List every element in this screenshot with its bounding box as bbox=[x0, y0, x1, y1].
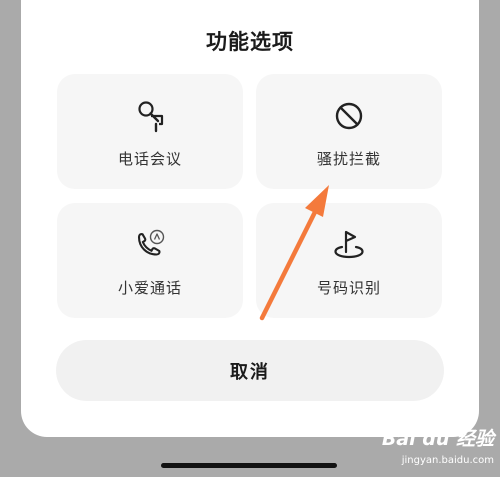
option-number-identification[interactable]: 号码识别 bbox=[256, 203, 442, 318]
option-label: 小爱通话 bbox=[117, 279, 182, 297]
home-indicator[interactable] bbox=[161, 463, 337, 468]
options-sheet: 功能选项 电话会议 骚扰拦截 小爱通话 号码识别 取消 bbox=[21, 0, 479, 437]
option-label: 号码识别 bbox=[316, 279, 381, 297]
option-label: 电话会议 bbox=[117, 150, 182, 168]
location-flag-icon bbox=[256, 225, 442, 265]
option-conference-call[interactable]: 电话会议 bbox=[57, 74, 243, 189]
option-harassment-block[interactable]: 骚扰拦截 bbox=[256, 74, 442, 189]
option-label: 骚扰拦截 bbox=[316, 150, 381, 168]
cancel-button[interactable]: 取消 bbox=[56, 340, 444, 401]
sheet-title: 功能选项 bbox=[206, 30, 294, 54]
ai-call-icon bbox=[57, 225, 243, 265]
watermark-url: jingyan.baidu.com bbox=[401, 455, 494, 466]
microphone-icon bbox=[57, 96, 243, 136]
block-icon bbox=[256, 96, 442, 136]
option-xiaoai-call[interactable]: 小爱通话 bbox=[57, 203, 243, 318]
baidu-watermark: Bai du 经验 jingyan.baidu.com bbox=[382, 424, 494, 472]
watermark-logo: Bai du 经验 bbox=[381, 428, 494, 450]
